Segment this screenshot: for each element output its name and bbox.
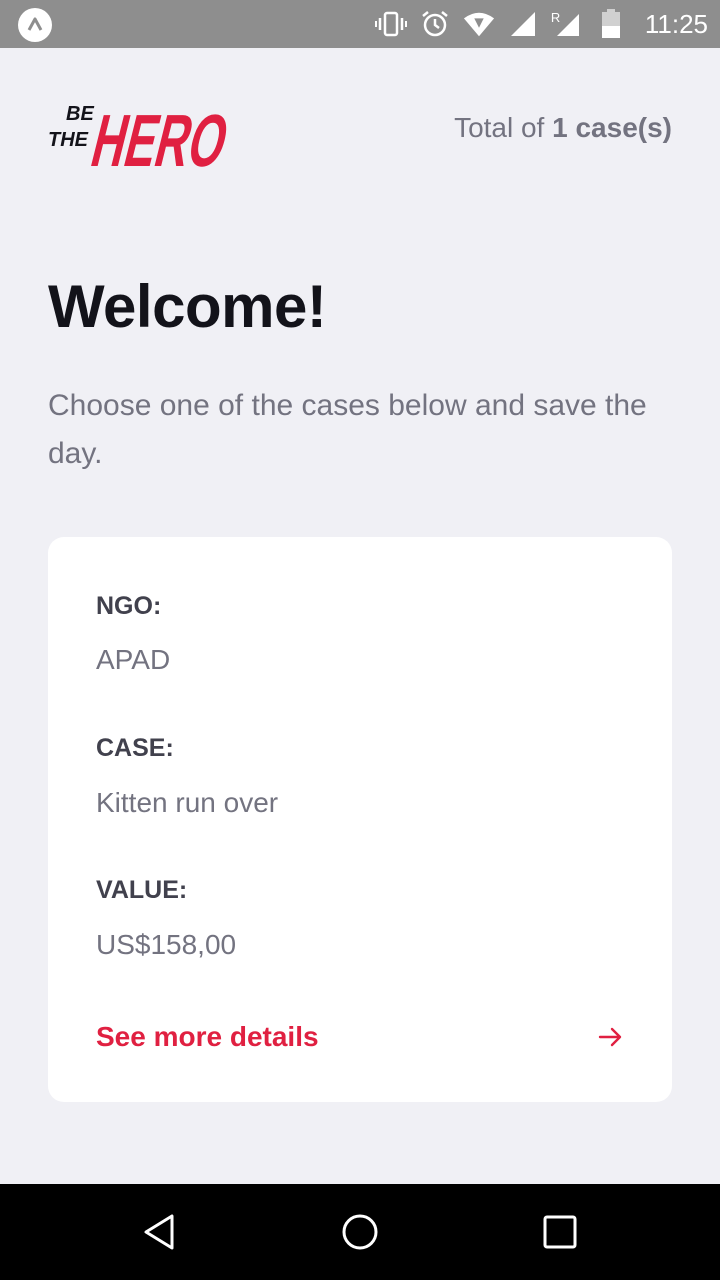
- alarm-icon: [419, 8, 451, 40]
- navigation-bar: [0, 1184, 720, 1280]
- total-prefix: Total of: [454, 112, 553, 143]
- battery-icon: [595, 8, 627, 40]
- page-description: Choose one of the cases below and save t…: [48, 389, 647, 470]
- recents-button[interactable]: [536, 1208, 584, 1256]
- home-button[interactable]: [336, 1208, 384, 1256]
- vibrate-icon: [374, 8, 407, 40]
- app-icon: [18, 8, 52, 42]
- screen: R 11:25 BE THE HERO Total of 1 case(s) W…: [0, 0, 720, 1280]
- value-amount: US$158,00: [96, 929, 237, 960]
- incident-card: NGO: APAD CASE: Kitten run over VALUE: U…: [48, 537, 672, 1102]
- total-count: 1 case(s): [552, 112, 672, 143]
- ngo-label: NGO:: [96, 592, 162, 620]
- back-button[interactable]: [136, 1208, 184, 1256]
- logo-hero: HERO: [84, 99, 237, 172]
- case-label: CASE:: [96, 734, 174, 762]
- back-icon: [144, 1214, 174, 1250]
- status-bar: R 11:25: [0, 0, 720, 48]
- total-cases: Total of 1 case(s): [454, 112, 672, 144]
- logo-the: THE: [48, 129, 89, 151]
- roaming-label: R: [550, 10, 561, 25]
- see-more-details-label: See more details: [96, 1021, 319, 1052]
- be-the-hero-logo: BE THE HERO: [48, 86, 240, 182]
- clock: 11:25: [644, 8, 708, 39]
- case-value: Kitten run over: [96, 787, 279, 818]
- page-title: Welcome!: [48, 273, 327, 340]
- recents-icon: [543, 1215, 577, 1249]
- see-more-details-button[interactable]: See more details: [96, 1017, 624, 1057]
- home-icon: [342, 1214, 378, 1250]
- signal-icon: [507, 8, 539, 40]
- ngo-value: APAD: [96, 644, 171, 675]
- signal-roaming-icon: R: [551, 8, 583, 40]
- value-label: VALUE:: [96, 876, 188, 904]
- arrow-right-icon: [596, 1023, 624, 1051]
- status-icons: R 11:25: [374, 0, 708, 48]
- wifi-icon: [463, 8, 495, 40]
- logo-be: BE: [66, 103, 94, 125]
